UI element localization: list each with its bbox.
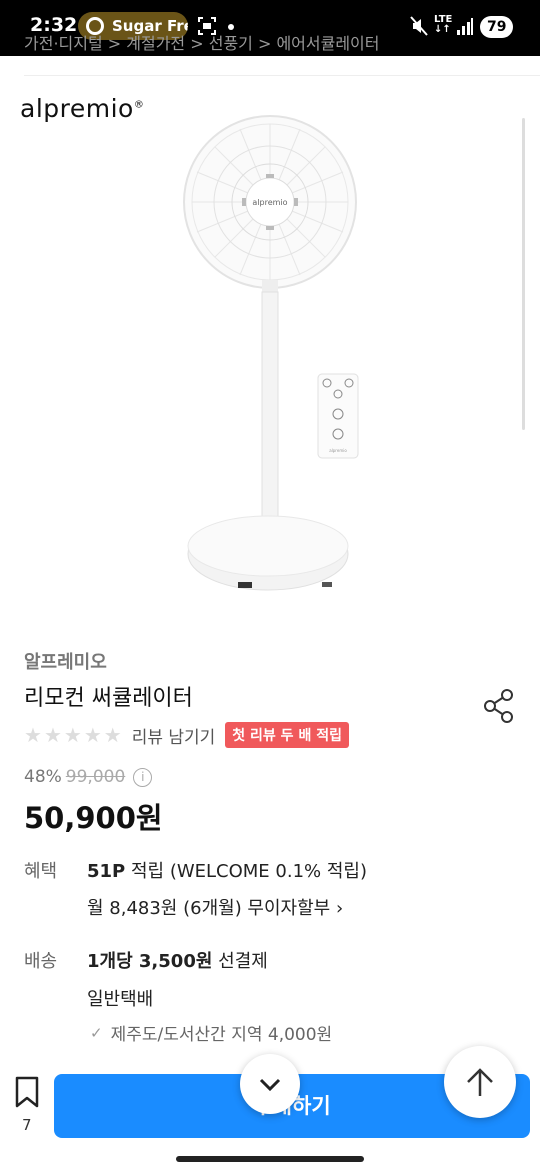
- sale-price: 50,900원: [24, 801, 163, 835]
- network-label: LTE ↓↑: [434, 14, 453, 35]
- bookmark-icon[interactable]: [14, 1076, 40, 1108]
- star-icon: ★: [83, 723, 102, 747]
- write-review-link[interactable]: 리뷰 남기기: [132, 723, 216, 748]
- arrow-up-icon[interactable]: [444, 1046, 516, 1118]
- rating-row: ★ ★ ★ ★ ★ 리뷰 남기기 첫 리뷰 두 배 적립: [24, 722, 349, 748]
- fan-brand-text: alpremio: [252, 198, 287, 207]
- price-row: 48% 99,000 i: [24, 767, 153, 787]
- shipping-extra: ✓ 제주도/도서산간 지역 4,000원: [90, 1023, 333, 1046]
- shipping-method: 일반택배: [87, 989, 154, 1010]
- battery-indicator: 79: [480, 16, 514, 38]
- brand-name[interactable]: 알프레미오: [24, 648, 107, 674]
- product-image[interactable]: alpremio alpremio: [0, 76, 540, 626]
- image-scrollbar[interactable]: [522, 118, 525, 430]
- breadcrumb[interactable]: 가전·디지털 > 계절가전 > 선풍기 > 에어서큘레이터: [24, 30, 380, 54]
- rating-stars: ★ ★ ★ ★ ★: [24, 723, 122, 747]
- installment-link[interactable]: 월 8,483원 (6개월) 무이자할부 ›: [87, 894, 343, 920]
- share-icon[interactable]: [482, 688, 516, 724]
- mute-icon: [410, 16, 428, 36]
- original-price: 99,000: [65, 767, 126, 787]
- shipping-fee: 1개당 3,500원 선결제: [87, 951, 268, 972]
- shipping-label: 배송: [24, 951, 58, 972]
- signal-icon: [457, 18, 473, 35]
- wishlist-count: 7: [22, 1116, 32, 1134]
- star-icon: ★: [24, 723, 42, 747]
- check-icon: ✓: [90, 1023, 103, 1042]
- chevron-down-icon[interactable]: [240, 1054, 300, 1114]
- review-reward-badge: 첫 리뷰 두 배 적립: [225, 722, 349, 748]
- discount-rate: 48%: [24, 767, 62, 787]
- star-icon: ★: [103, 723, 122, 747]
- star-icon: ★: [43, 723, 62, 747]
- points-info: 51P 적립 (WELCOME 0.1% 적립): [87, 861, 367, 882]
- star-icon: ★: [63, 723, 82, 747]
- remote-brand-text: alpremio: [329, 448, 347, 453]
- info-icon[interactable]: i: [133, 767, 153, 787]
- benefit-label: 혜택: [24, 861, 58, 882]
- home-indicator[interactable]: [176, 1156, 364, 1162]
- brand-logo: alpremio®: [20, 94, 145, 123]
- product-title: 리모컨 써큘레이터: [24, 686, 193, 711]
